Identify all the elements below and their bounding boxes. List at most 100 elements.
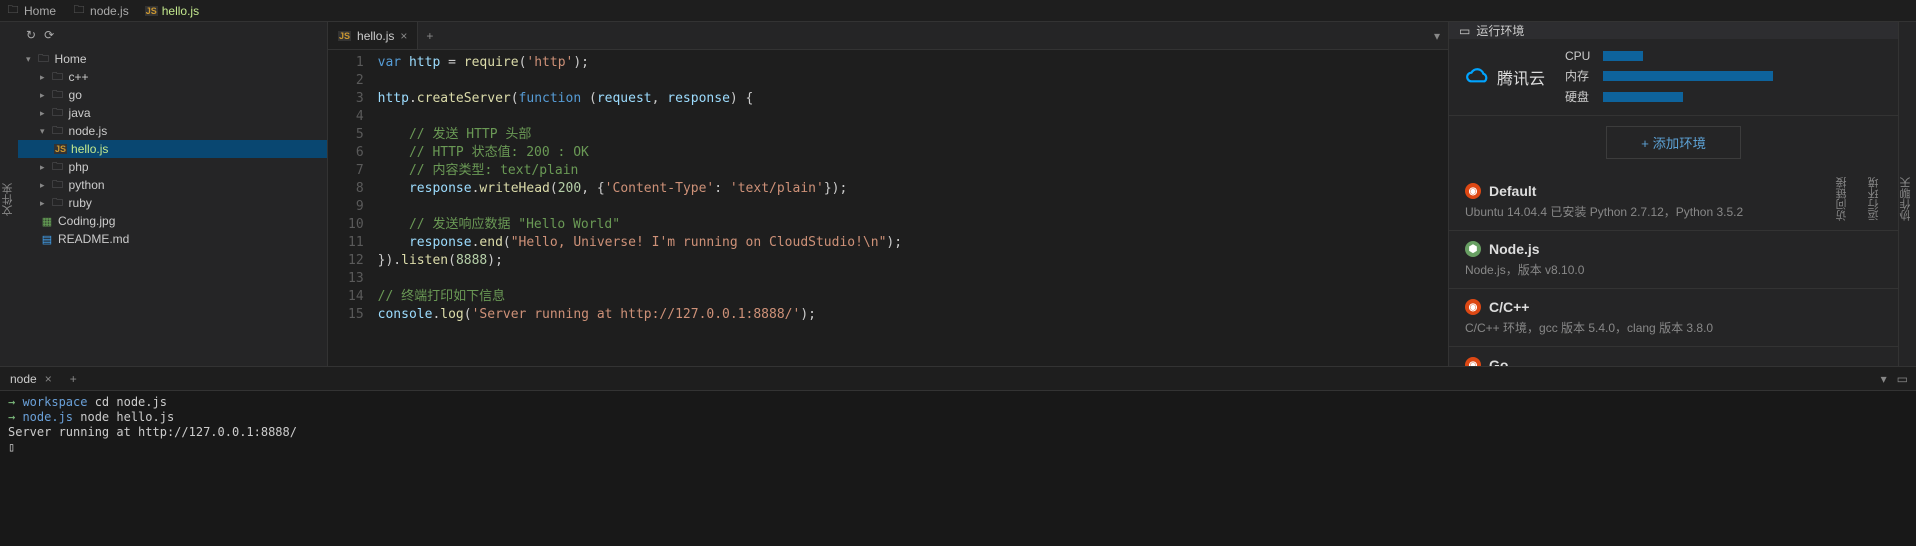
metric-row: 硬盘 (1565, 88, 1882, 105)
right-rail-item[interactable]: 协作聊天 (1896, 175, 1916, 223)
tree-item[interactable]: ▸🗀go (18, 86, 327, 104)
environment-name: Default (1489, 183, 1536, 199)
editor-tabs: JS hello.js × + ▾ (328, 22, 1448, 50)
tree-item[interactable]: JS hello.js (18, 140, 327, 158)
metric-label: CPU (1565, 49, 1595, 63)
line-gutter: 123456789101112131415 (328, 50, 374, 366)
chevron-right-icon: ▸ (40, 180, 45, 191)
tree-item[interactable]: ▾ 🗀 Home (18, 50, 327, 68)
editor-tab-label: hello.js (357, 29, 394, 43)
code-editor[interactable]: 123456789101112131415 var http = require… (328, 50, 1448, 366)
folder-icon: 🗀 (51, 106, 65, 120)
tree-item-label: README.md (58, 232, 129, 246)
close-icon[interactable]: × (45, 372, 52, 386)
terminal-panel: node × + ▾ ▭ → workspace cd node.js→ nod… (0, 366, 1916, 546)
breadcrumb-label: hello.js (162, 4, 199, 18)
environment-desc: Ubuntu 14.04.4 已安装 Python 2.7.12，Python … (1465, 203, 1882, 220)
chevron-right-icon: ▸ (40, 108, 45, 119)
environment-panel-title: 运行环境 (1476, 22, 1524, 39)
terminal-maximize-icon[interactable]: ▭ (1897, 372, 1908, 386)
tree-item-label: node.js (69, 124, 108, 138)
chevron-down-icon: ▾ (26, 54, 31, 65)
terminal-tabs: node × + ▾ ▭ (0, 367, 1916, 391)
breadcrumb-label: Home (24, 4, 56, 18)
terminal-collapse-icon[interactable]: ▾ (1881, 372, 1887, 386)
chevron-right-icon: ▸ (40, 90, 45, 101)
breadcrumb-item[interactable]: JS hello.js (145, 4, 199, 18)
tree-item[interactable]: ▸🗀ruby (18, 194, 327, 212)
ubuntu-icon: ◉ (1465, 299, 1481, 315)
folder-icon: 🗀 (51, 124, 65, 138)
left-rail-item[interactable]: 文件夹 (0, 181, 18, 218)
chevron-right-icon: ▸ (40, 162, 45, 173)
tree-item[interactable]: ▸🗀c++ (18, 68, 327, 86)
explorer-header: ↻ ⟳ (18, 22, 327, 48)
breadcrumb-item[interactable]: 🗀 Home (6, 4, 56, 18)
metric-row: 内存 (1565, 67, 1882, 84)
tree-item-label: java (69, 106, 91, 120)
environment-name: C/C++ (1489, 299, 1529, 315)
folder-icon: 🗀 (6, 4, 20, 18)
js-icon: JS (54, 144, 67, 154)
add-terminal-button[interactable]: + (62, 372, 85, 386)
image-icon: ▦ (40, 214, 54, 228)
add-environment-button[interactable]: + 添加环境 (1606, 126, 1741, 159)
add-tab-button[interactable]: + (418, 29, 441, 43)
environment-item[interactable]: ◉ C/C++ C/C++ 环境，gcc 版本 5.4.0，clang 版本 3.… (1449, 289, 1898, 347)
tree-item[interactable]: ▸ 🗀 java (18, 104, 327, 122)
file-tree: ▾🗀Home▸🗀c++▸🗀go▸🗀java▾🗀node.jsJShello.js… (18, 48, 327, 366)
metric-label: 硬盘 (1565, 88, 1595, 105)
tree-item-label: php (69, 160, 89, 174)
cloud-logo: 腾讯云 (1465, 65, 1545, 89)
breadcrumb-bar: 🗀 Home 🗀 node.js JS hello.js (0, 0, 1916, 22)
close-icon[interactable]: × (400, 29, 407, 43)
right-rail-item[interactable]: 运行环境 (1864, 175, 1884, 223)
tree-item-label: c++ (69, 70, 89, 84)
tree-item[interactable]: ▤README.md (18, 230, 327, 248)
ubuntu-icon: ◉ (1465, 183, 1481, 199)
js-icon: JS (338, 31, 351, 41)
tree-item-label: Home (55, 52, 87, 66)
tab-dropdown-icon[interactable]: ▾ (1426, 29, 1448, 43)
resource-metrics: CPU 内存硬盘 (1565, 49, 1882, 105)
metric-bar (1603, 92, 1683, 102)
metric-bar (1603, 51, 1643, 61)
tree-item[interactable]: ▸🗀python (18, 176, 327, 194)
tree-item[interactable]: ▦ Coding.jpg (18, 212, 327, 230)
terminal-tab-label: node (10, 372, 37, 386)
code-content[interactable]: var http = require('http');http.createSe… (374, 50, 902, 366)
breadcrumb-item[interactable]: 🗀 node.js (72, 4, 129, 18)
right-activity-rail: 协作聊天 运行环境 访问链接 (1898, 22, 1916, 366)
environment-desc: Node.js，版本 v8.10.0 (1465, 261, 1882, 278)
editor-tab[interactable]: JS hello.js × (328, 22, 418, 49)
node-icon: ⬢ (1465, 241, 1481, 257)
folder-icon: 🗀 (72, 4, 86, 18)
environment-item[interactable]: ◉ Default Ubuntu 14.04.4 已安装 Python 2.7.1… (1449, 173, 1898, 231)
environment-desc: C/C++ 环境，gcc 版本 5.4.0，clang 版本 3.8.0 (1465, 319, 1882, 336)
cloud-icon (1465, 68, 1491, 86)
folder-icon: 🗀 (51, 196, 65, 210)
chevron-right-icon: ▸ (40, 72, 45, 83)
environment-item[interactable]: ◉Go Go 语言，版本 1.6.2 (1449, 347, 1898, 366)
chevron-down-icon: ▾ (40, 126, 45, 137)
monitor-icon: ▭ (1459, 24, 1470, 38)
tree-item[interactable]: ▸🗀php (18, 158, 327, 176)
right-rail-item[interactable]: 访问链接 (1832, 175, 1852, 223)
terminal-tab[interactable]: node × (0, 367, 62, 390)
cloud-name: 腾讯云 (1497, 65, 1545, 89)
terminal-body[interactable]: → workspace cd node.js→ node.js node hel… (0, 391, 1916, 546)
breadcrumb-label: node.js (90, 4, 129, 18)
folder-icon: 🗀 (37, 52, 51, 66)
tree-item-label: hello.js (71, 142, 108, 156)
left-activity-rail: 文件夹 工作文件 (0, 22, 18, 366)
tree-item[interactable]: ▾ 🗀 node.js (18, 122, 327, 140)
environment-item[interactable]: ⬢Node.js Node.js，版本 v8.10.0 (1449, 231, 1898, 289)
collapse-icon[interactable]: ⟳ (44, 28, 54, 42)
metric-label: 内存 (1565, 67, 1595, 84)
refresh-icon[interactable]: ↻ (26, 28, 36, 42)
js-icon: JS (145, 6, 158, 16)
metric-row: CPU (1565, 49, 1882, 63)
metric-bar (1603, 71, 1773, 81)
tree-item-label: Coding.jpg (58, 214, 115, 228)
tree-item-label: ruby (69, 196, 92, 210)
